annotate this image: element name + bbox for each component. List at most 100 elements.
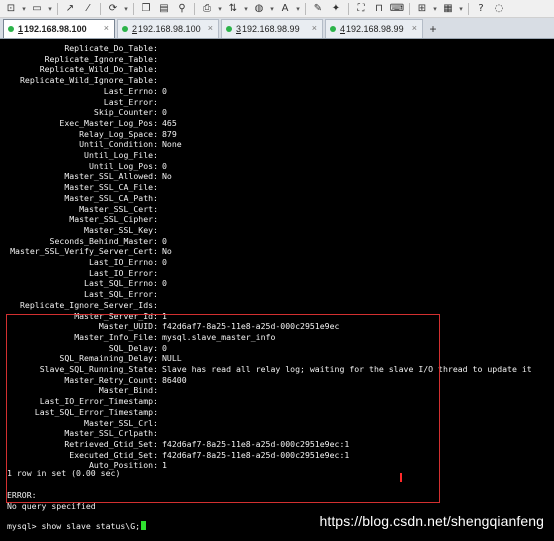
status-key: Last_Errno: bbox=[103, 85, 158, 96]
session-tab-bar: 1 192.168.98.100 × 2 192.168.98.100 × 3 … bbox=[0, 18, 554, 39]
reconnect-icon[interactable]: ⟳ bbox=[106, 3, 120, 15]
status-key: Last_SQL_Error: bbox=[84, 289, 158, 300]
connected-status-icon bbox=[330, 26, 336, 32]
status-row: Replicate_Ignore_Server_Ids: bbox=[0, 300, 554, 311]
status-key: Master_SSL_Cipher: bbox=[69, 214, 158, 225]
open-folder-icon[interactable]: ▭ bbox=[30, 3, 44, 15]
status-row: Until_Log_Pos: 0 bbox=[0, 161, 554, 172]
status-key: Last_IO_Errno: bbox=[88, 257, 158, 267]
toolbar: ⊡ ▾ ▭ ▾ ↗ ⁄ ⟳ ▾ ❐ ▤ ⚲ ⎙ ▾ ⇅ ▾ ◍ ▾ A ▾ ✎ … bbox=[0, 0, 554, 18]
chevron-down-icon[interactable]: ▾ bbox=[47, 3, 53, 15]
connected-status-icon bbox=[8, 26, 14, 32]
paste-icon[interactable]: ▤ bbox=[157, 3, 171, 15]
status-value: No bbox=[162, 246, 172, 257]
chevron-down-icon[interactable]: ▾ bbox=[217, 3, 223, 15]
chevron-down-icon[interactable]: ▾ bbox=[295, 3, 301, 15]
status-row: Last_IO_Error: bbox=[0, 268, 554, 279]
status-key: Last_IO_Error: bbox=[88, 267, 158, 278]
status-key: Master_SSL_CA_Path: bbox=[64, 192, 158, 203]
tab-session-2[interactable]: 2 192.168.98.100 × bbox=[117, 19, 219, 38]
tab-number: 1 bbox=[18, 24, 24, 34]
close-icon[interactable]: × bbox=[412, 23, 417, 33]
fullscreen-icon[interactable]: ⛶ bbox=[354, 3, 368, 15]
globe-icon[interactable]: ◍ bbox=[252, 3, 266, 15]
status-key: Until_Log_Pos: bbox=[88, 160, 158, 171]
copy-icon[interactable]: ❐ bbox=[139, 3, 153, 15]
toolbar-divider bbox=[468, 2, 469, 15]
font-icon[interactable]: A bbox=[278, 3, 292, 15]
status-row: Replicate_Do_Table: bbox=[0, 43, 554, 54]
status-row: Master_SSL_Verify_Server_Cert: No bbox=[0, 246, 554, 257]
toolbar-divider bbox=[194, 2, 195, 15]
status-key: Replicate_Ignore_Server_Ids: bbox=[19, 299, 158, 310]
chat-icon[interactable]: ◌ bbox=[492, 3, 506, 15]
tab-number: 2 bbox=[132, 24, 138, 34]
status-value: 465 bbox=[162, 117, 177, 128]
layout-icon[interactable]: ▦ bbox=[441, 3, 455, 15]
close-icon[interactable]: × bbox=[104, 23, 109, 33]
add-tab-button[interactable]: + bbox=[425, 19, 441, 38]
lock-icon[interactable]: ⊓ bbox=[372, 3, 386, 15]
help-icon[interactable]: ? bbox=[474, 3, 488, 15]
toolbar-divider bbox=[57, 2, 58, 15]
status-key: Until_Log_File: bbox=[84, 150, 158, 160]
script-icon[interactable]: ✎ bbox=[311, 3, 325, 15]
tab-label: 192.168.98.99 bbox=[242, 24, 300, 34]
status-row: Master_SSL_Allowed: No bbox=[0, 171, 554, 182]
status-key: Replicate_Wild_Do_Table: bbox=[39, 64, 158, 75]
find-icon[interactable]: ⚲ bbox=[175, 3, 189, 15]
pin-icon[interactable]: ✦ bbox=[329, 3, 343, 15]
chevron-down-icon[interactable]: ▾ bbox=[269, 3, 275, 15]
keyboard-icon[interactable]: ⌨ bbox=[390, 3, 404, 15]
status-key: Master_SSL_Verify_Server_Cert: bbox=[10, 246, 158, 257]
toolbar-divider bbox=[305, 2, 306, 15]
new-session-icon[interactable]: ⊡ bbox=[4, 3, 18, 15]
close-icon[interactable]: × bbox=[312, 23, 317, 33]
toolbar-divider bbox=[100, 2, 101, 15]
status-key: Replicate_Wild_Ignore_Table: bbox=[19, 75, 158, 86]
toolbar-divider bbox=[409, 2, 410, 15]
tab-session-4[interactable]: 4 192.168.98.99 × bbox=[325, 19, 423, 38]
status-value: 0 bbox=[162, 257, 167, 267]
status-key: Skip_Counter: bbox=[93, 107, 158, 118]
terminal-output[interactable]: Replicate_Do_Table: Replicate_Ignore_Tabl… bbox=[0, 40, 554, 541]
status-key: Master_SSL_Cert: bbox=[79, 203, 158, 214]
status-value: None bbox=[162, 139, 182, 150]
status-row: Skip_Counter: 0 bbox=[0, 107, 554, 118]
connected-status-icon bbox=[122, 26, 128, 32]
status-row: Replicate_Wild_Do_Table: bbox=[0, 64, 554, 75]
status-row: Replicate_Wild_Ignore_Table: bbox=[0, 75, 554, 86]
close-icon[interactable]: × bbox=[208, 23, 213, 33]
status-value: 0 bbox=[162, 278, 167, 289]
connect-icon[interactable]: ↗ bbox=[63, 3, 77, 15]
transfer-icon[interactable]: ⇅ bbox=[226, 3, 240, 15]
command-prompt[interactable]: mysql> show slave status\G; bbox=[7, 521, 147, 532]
chevron-down-icon[interactable]: ▾ bbox=[432, 3, 438, 15]
status-key: Seconds_Behind_Master: bbox=[49, 235, 158, 246]
connected-status-icon bbox=[226, 26, 232, 32]
status-row: Last_SQL_Error: bbox=[0, 289, 554, 300]
status-row: Exec_Master_Log_Pos: 465 bbox=[0, 118, 554, 129]
status-row: Relay_Log_Space: 879 bbox=[0, 129, 554, 140]
status-row: Last_SQL_Errno: 0 bbox=[0, 278, 554, 289]
status-key: Master_SSL_Allowed: bbox=[64, 171, 158, 182]
status-row: Master_SSL_Cipher: bbox=[0, 214, 554, 225]
chevron-down-icon[interactable]: ▾ bbox=[21, 3, 27, 15]
tab-session-3[interactable]: 3 192.168.98.99 × bbox=[221, 19, 323, 38]
status-key: Last_Error: bbox=[103, 96, 158, 107]
tab-number: 4 bbox=[340, 24, 346, 34]
status-value: 0 bbox=[162, 160, 167, 171]
tab-session-1[interactable]: 1 192.168.98.100 × bbox=[3, 19, 115, 38]
status-row: Master_SSL_Key: bbox=[0, 225, 554, 236]
red-marker bbox=[400, 473, 402, 482]
chevron-down-icon[interactable]: ▾ bbox=[243, 3, 249, 15]
toolbar-divider bbox=[348, 2, 349, 15]
new-tab-icon[interactable]: ⊞ bbox=[415, 3, 429, 15]
print-icon[interactable]: ⎙ bbox=[200, 3, 214, 15]
status-key: Master_SSL_Key: bbox=[84, 224, 158, 235]
disconnect-icon[interactable]: ⁄ bbox=[81, 3, 95, 15]
chevron-down-icon[interactable]: ▾ bbox=[458, 3, 464, 15]
status-row: Seconds_Behind_Master: 0 bbox=[0, 236, 554, 247]
chevron-down-icon[interactable]: ▾ bbox=[123, 3, 129, 15]
tab-label: 192.168.98.99 bbox=[346, 24, 404, 34]
